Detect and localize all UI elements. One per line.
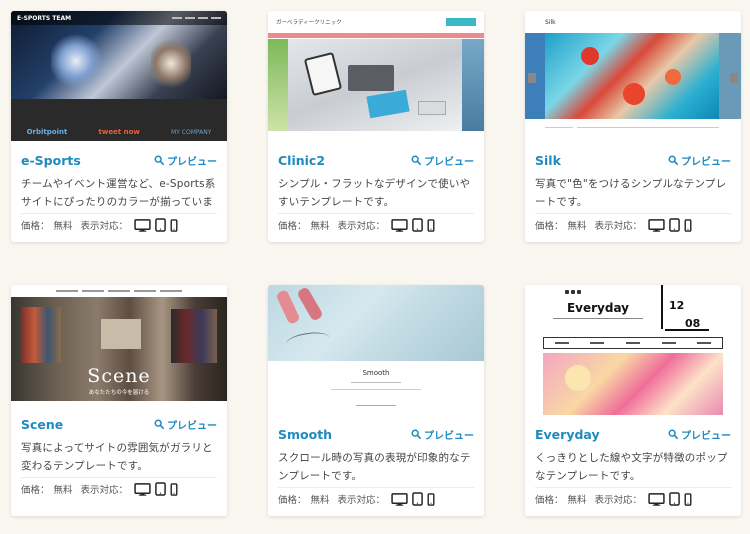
- preview-label: プレビュー: [424, 430, 474, 442]
- desktop-icon: [648, 219, 665, 232]
- support-label: 表示対応：: [594, 495, 643, 506]
- smooth-site-title: Smooth: [362, 369, 390, 377]
- search-icon: [411, 155, 421, 165]
- price-value: 無料: [567, 221, 587, 232]
- price-label: 価格：: [278, 221, 307, 232]
- tablet-icon: [155, 482, 166, 496]
- template-title[interactable]: Silk: [535, 153, 561, 168]
- template-meta: 価格： 無料 表示対応：: [11, 214, 227, 236]
- phone-icon: [427, 493, 435, 506]
- preview-label: プレビュー: [424, 156, 474, 168]
- phone-icon: [170, 219, 178, 232]
- price-value: 無料: [310, 495, 330, 506]
- template-description: 写真によってサイトの雰囲気がガラリと変わるテンプレートです。: [21, 442, 213, 472]
- esports-logo-3: MY COMPANY: [171, 129, 212, 136]
- template-description: スクロール時の写真の表現が印象的なテンプレートです。: [278, 452, 471, 482]
- preview-button[interactable]: プレビュー: [411, 153, 474, 168]
- template-meta: 価格： 無料 表示対応：: [525, 488, 741, 510]
- thumbnail-smooth[interactable]: Smooth: [268, 285, 484, 415]
- support-label: 表示対応：: [80, 485, 129, 496]
- support-label: 表示対応：: [80, 221, 129, 232]
- preview-label: プレビュー: [681, 430, 731, 442]
- template-title[interactable]: Smooth: [278, 427, 332, 442]
- esports-logo-1: Orbitpoint: [26, 128, 68, 136]
- thumbnail-everyday[interactable]: Everyday 12 08: [525, 285, 741, 415]
- thumbnail-esports[interactable]: E-SPORTS TEAM Orbitpoint tweet now MY CO…: [11, 11, 227, 141]
- template-title[interactable]: Clinic2: [278, 153, 325, 168]
- search-icon: [668, 155, 678, 165]
- template-description: シンプル・フラットなデザインで使いやすいテンプレートです。: [278, 178, 471, 208]
- desktop-icon: [391, 219, 408, 232]
- desktop-icon: [134, 483, 151, 496]
- template-description: 写真で"色"をつけるシンプルなテンプレートです。: [535, 178, 727, 208]
- template-meta: 価格： 無料 表示対応：: [11, 478, 227, 500]
- price-value: 無料: [567, 495, 587, 506]
- template-meta: 価格： 無料 表示対応：: [525, 214, 741, 236]
- tablet-icon: [669, 218, 680, 232]
- desktop-icon: [648, 493, 665, 506]
- scene-site-title: Scene: [87, 365, 151, 387]
- template-meta: 価格： 無料 表示対応：: [268, 488, 484, 510]
- preview-button[interactable]: プレビュー: [668, 153, 731, 168]
- tablet-icon: [412, 218, 423, 232]
- thumbnail-scene[interactable]: Scene あなたたちの今を届ける: [11, 285, 227, 401]
- price-label: 価格：: [21, 221, 50, 232]
- template-card-smooth[interactable]: Smooth Smooth プレビュー スクロール時の写真の表現が印象的なテンプ…: [268, 285, 484, 516]
- support-label: 表示対応：: [337, 495, 386, 506]
- silk-site-title: Silk: [545, 18, 556, 26]
- phone-icon: [427, 219, 435, 232]
- phone-icon: [684, 493, 692, 506]
- everyday-site-title: Everyday: [566, 301, 630, 315]
- scene-site-subtitle: あなたたちの今を届ける: [88, 390, 150, 396]
- clinic-site-title: ガーベラディークリニック: [276, 20, 342, 26]
- template-card-scene[interactable]: Scene あなたたちの今を届ける Scene プレビュー 写真によってサイトの…: [11, 285, 227, 516]
- template-title[interactable]: e-Sports: [21, 153, 81, 168]
- template-meta: 価格： 無料 表示対応：: [268, 214, 484, 236]
- search-icon: [154, 155, 164, 165]
- desktop-icon: [391, 493, 408, 506]
- search-icon: [668, 429, 678, 439]
- phone-icon: [170, 483, 178, 496]
- support-label: 表示対応：: [594, 221, 643, 232]
- price-value: 無料: [53, 485, 73, 496]
- price-value: 無料: [310, 221, 330, 232]
- preview-label: プレビュー: [681, 156, 731, 168]
- price-value: 無料: [53, 221, 73, 232]
- support-label: 表示対応：: [337, 221, 386, 232]
- desktop-icon: [134, 219, 151, 232]
- preview-button[interactable]: プレビュー: [411, 427, 474, 442]
- everyday-date-top: 12: [669, 299, 685, 312]
- preview-button[interactable]: プレビュー: [668, 427, 731, 442]
- preview-button[interactable]: プレビュー: [154, 417, 217, 432]
- price-label: 価格：: [535, 221, 564, 232]
- thumbnail-silk[interactable]: Silk: [525, 11, 741, 141]
- preview-label: プレビュー: [167, 420, 217, 432]
- phone-icon: [684, 219, 692, 232]
- template-card-everyday[interactable]: Everyday 12 08 Everyday プレビュー くっきりとした線や文…: [525, 285, 741, 516]
- thumbnail-clinic2[interactable]: ガーベラディークリニック: [268, 11, 484, 141]
- template-description: くっきりとした線や文字が特徴のポップなテンプレートです。: [535, 452, 728, 482]
- price-label: 価格：: [535, 495, 564, 506]
- template-title[interactable]: Scene: [21, 417, 63, 432]
- template-card-silk[interactable]: Silk Silk プレビュー 写真で"色"をつけるシンプルなテンプレートです。…: [525, 11, 741, 242]
- tablet-icon: [155, 218, 166, 232]
- preview-label: プレビュー: [167, 156, 217, 168]
- tablet-icon: [412, 492, 423, 506]
- preview-button[interactable]: プレビュー: [154, 153, 217, 168]
- search-icon: [411, 429, 421, 439]
- template-card-clinic2[interactable]: ガーベラディークリニック Clinic2 プレビュー シンプル・フラットなデザイ…: [268, 11, 484, 242]
- esports-logo-2: tweet now: [98, 128, 140, 136]
- template-card-esports[interactable]: E-SPORTS TEAM Orbitpoint tweet now MY CO…: [11, 11, 227, 242]
- price-label: 価格：: [21, 485, 50, 496]
- tablet-icon: [669, 492, 680, 506]
- search-icon: [154, 419, 164, 429]
- price-label: 価格：: [278, 495, 307, 506]
- esports-site-title: E-SPORTS TEAM: [17, 14, 72, 22]
- template-description: チームやイベント運営など、e-Sports系サイトにぴったりのカラーが揃っていま…: [21, 178, 216, 208]
- template-title[interactable]: Everyday: [535, 427, 600, 442]
